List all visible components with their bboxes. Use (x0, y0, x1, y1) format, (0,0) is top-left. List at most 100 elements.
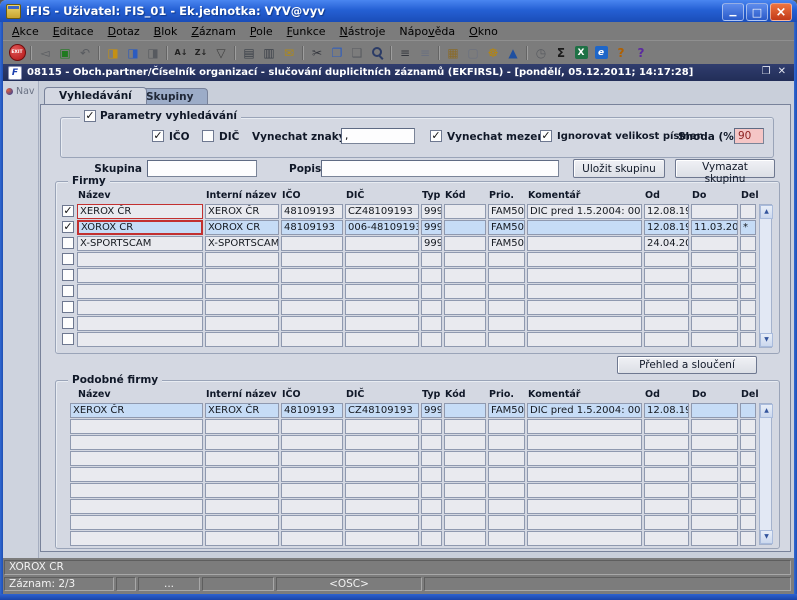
scroll-down-icon[interactable]: ▼ (760, 530, 773, 544)
empty-table-cell[interactable] (740, 300, 756, 315)
nav-button[interactable]: Nav (6, 86, 35, 97)
empty-table-cell[interactable] (421, 515, 442, 530)
table-cell[interactable] (444, 236, 486, 251)
table-cell[interactable]: 12.08.1999 (644, 220, 689, 235)
empty-table-cell[interactable] (644, 300, 689, 315)
table-cell[interactable]: 12.08.1999 (644, 403, 689, 418)
document-icon[interactable]: ▢ (463, 44, 483, 62)
menu-item[interactable]: Okno (462, 23, 505, 40)
empty-table-cell[interactable] (70, 467, 203, 482)
save-query-icon[interactable]: ◨ (103, 44, 123, 62)
empty-table-cell[interactable] (205, 467, 279, 482)
empty-table-cell[interactable] (740, 316, 756, 331)
empty-table-cell[interactable] (444, 300, 486, 315)
table-cell[interactable]: FAM50 (488, 236, 525, 251)
empty-table-cell[interactable] (444, 499, 486, 514)
table-cell[interactable] (281, 236, 343, 251)
table-cell[interactable] (345, 236, 419, 251)
clear-group-button[interactable]: Vymazat skupinu (675, 159, 775, 185)
table-cell[interactable] (444, 204, 486, 219)
search-icon[interactable] (367, 44, 387, 62)
skip-chars-input[interactable] (341, 128, 415, 144)
table-cell[interactable] (740, 236, 756, 251)
empty-table-cell[interactable] (421, 284, 442, 299)
empty-table-cell[interactable] (527, 451, 642, 466)
maximize-button[interactable] (746, 3, 768, 21)
empty-table-cell[interactable] (444, 316, 486, 331)
empty-table-cell[interactable] (740, 284, 756, 299)
empty-table-cell[interactable] (205, 435, 279, 450)
table-cell[interactable]: 12.08.1999 (644, 204, 689, 219)
empty-table-cell[interactable] (281, 435, 343, 450)
row-select-checkbox[interactable] (62, 237, 74, 249)
empty-table-cell[interactable] (527, 252, 642, 267)
empty-table-cell[interactable] (205, 268, 279, 283)
empty-table-cell[interactable] (281, 252, 343, 267)
row-select-checkbox[interactable] (62, 253, 74, 265)
empty-table-cell[interactable] (205, 284, 279, 299)
empty-table-cell[interactable] (70, 531, 203, 546)
empty-table-cell[interactable] (281, 300, 343, 315)
table-cell[interactable]: FAM50 (488, 204, 525, 219)
empty-table-cell[interactable] (691, 499, 738, 514)
empty-table-cell[interactable] (644, 419, 689, 434)
empty-table-cell[interactable] (70, 515, 203, 530)
empty-table-cell[interactable] (527, 531, 642, 546)
scroll-up-icon[interactable]: ▲ (760, 205, 773, 219)
empty-table-cell[interactable] (70, 435, 203, 450)
help-icon[interactable]: ? (631, 44, 651, 62)
search-params-checkbox[interactable] (84, 110, 96, 122)
empty-table-cell[interactable] (644, 332, 689, 347)
firms-scrollbar[interactable]: ▲ ▼ (759, 204, 773, 348)
ignore-case-checkbox[interactable] (540, 130, 552, 142)
empty-table-cell[interactable] (345, 499, 419, 514)
sort-descending-icon[interactable]: Z↓ (191, 44, 211, 62)
empty-table-cell[interactable] (691, 300, 738, 315)
empty-table-cell[interactable] (644, 252, 689, 267)
empty-table-cell[interactable] (421, 300, 442, 315)
empty-table-cell[interactable] (740, 467, 756, 482)
empty-table-cell[interactable] (444, 284, 486, 299)
row-select-checkbox[interactable] (62, 221, 74, 233)
table-cell[interactable] (691, 236, 738, 251)
empty-table-cell[interactable] (421, 499, 442, 514)
empty-table-cell[interactable] (444, 419, 486, 434)
empty-table-cell[interactable] (444, 252, 486, 267)
table-cell[interactable]: 999 (421, 204, 442, 219)
empty-table-cell[interactable] (205, 531, 279, 546)
empty-table-cell[interactable] (421, 435, 442, 450)
helm-icon[interactable]: ☸ (483, 44, 503, 62)
empty-table-cell[interactable] (205, 316, 279, 331)
empty-table-cell[interactable] (691, 252, 738, 267)
row-select-checkbox[interactable] (62, 301, 74, 313)
scroll-down-icon[interactable]: ▼ (760, 333, 773, 347)
empty-table-cell[interactable] (444, 515, 486, 530)
empty-table-cell[interactable] (691, 284, 738, 299)
menu-item[interactable]: Blok (147, 23, 185, 40)
empty-table-cell[interactable] (444, 268, 486, 283)
table-cell[interactable]: CZ48109193 (345, 403, 419, 418)
table-cell[interactable]: 006-48109193 (345, 220, 419, 235)
empty-table-cell[interactable] (644, 531, 689, 546)
empty-table-cell[interactable] (740, 435, 756, 450)
popis-input[interactable] (321, 160, 559, 177)
empty-table-cell[interactable] (527, 467, 642, 482)
empty-table-cell[interactable] (527, 316, 642, 331)
empty-table-cell[interactable] (421, 268, 442, 283)
empty-table-cell[interactable] (345, 419, 419, 434)
form-restore-icon[interactable]: ❐ (762, 66, 771, 77)
table-cell[interactable] (691, 204, 738, 219)
empty-table-cell[interactable] (527, 515, 642, 530)
empty-table-cell[interactable] (70, 451, 203, 466)
menu-item[interactable]: Dotaz (101, 23, 147, 40)
table-cell[interactable]: XEROX ČR (70, 403, 203, 418)
empty-table-cell[interactable] (70, 483, 203, 498)
table-cell[interactable] (444, 220, 486, 235)
empty-table-cell[interactable] (740, 451, 756, 466)
empty-table-cell[interactable] (488, 316, 525, 331)
empty-table-cell[interactable] (644, 316, 689, 331)
empty-table-cell[interactable] (691, 451, 738, 466)
empty-table-cell[interactable] (527, 332, 642, 347)
empty-table-cell[interactable] (527, 483, 642, 498)
skupina-input[interactable] (147, 160, 257, 177)
